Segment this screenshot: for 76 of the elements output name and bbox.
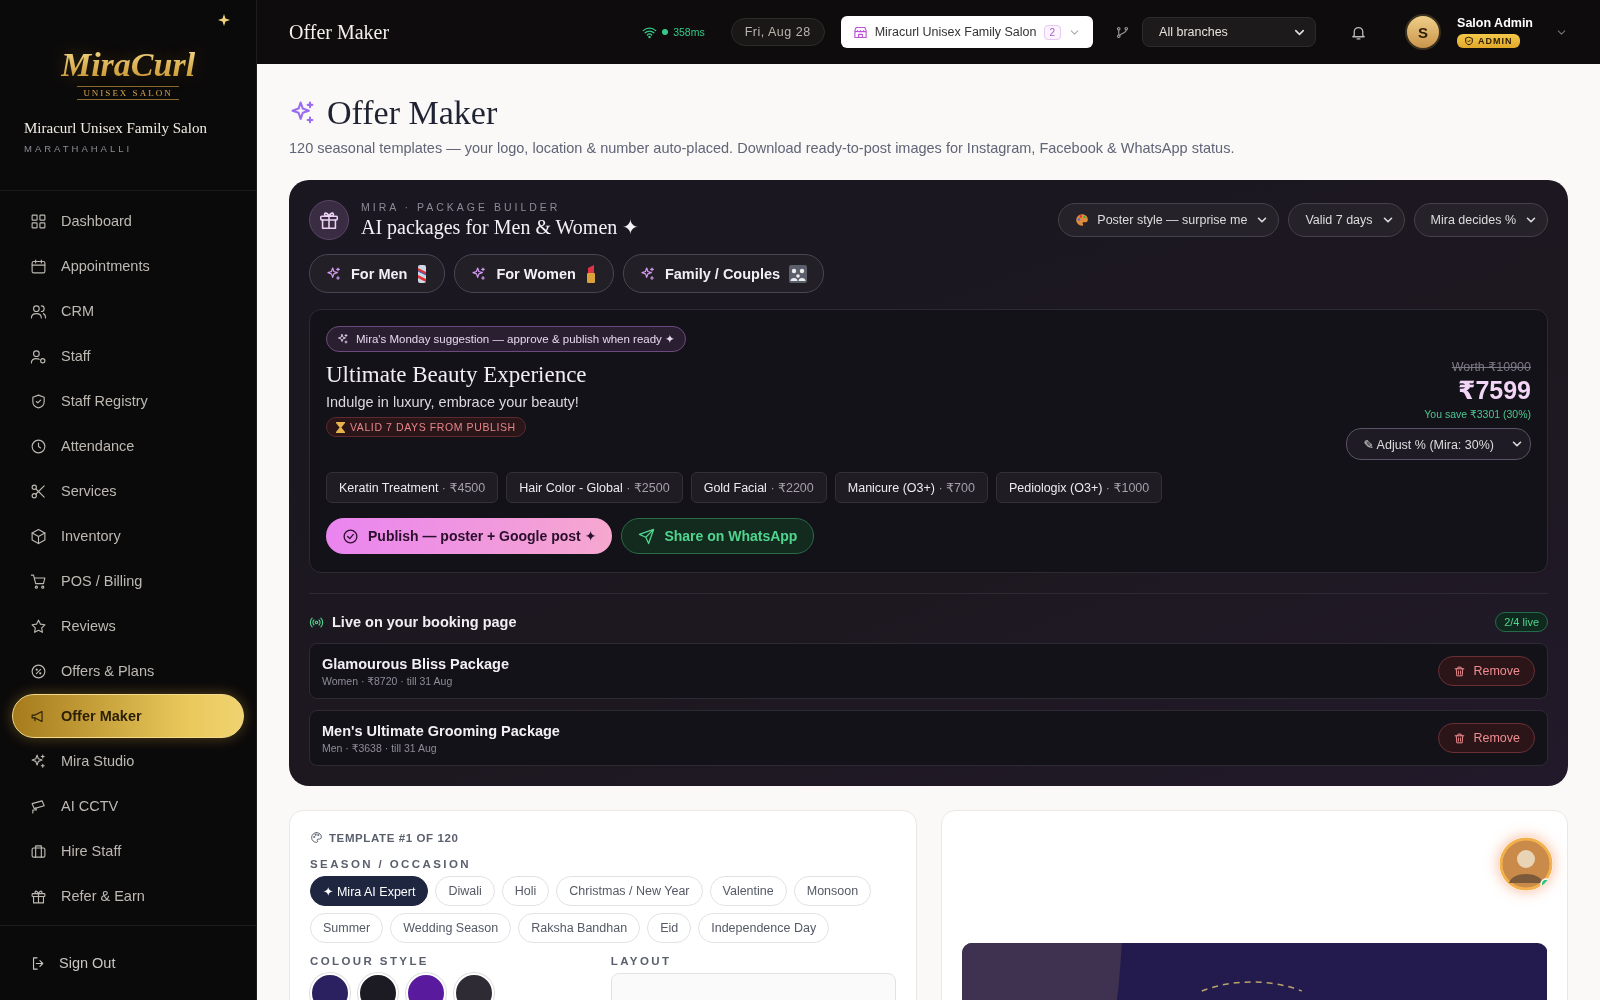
season-chip[interactable]: Wedding Season	[390, 913, 512, 943]
salon-name: Miracurl Unisex Family Salon	[24, 120, 208, 137]
savings-text: You save ₹3301 (30%)	[1424, 408, 1531, 420]
season-chip[interactable]: ✦ Mira AI Expert	[310, 876, 429, 906]
template-counter: TEMPLATE #1 OF 120	[329, 831, 459, 844]
sign-out-link[interactable]: Sign Out	[30, 954, 116, 972]
sidebar-item[interactable]: Offers & Plans	[12, 649, 244, 693]
package-tagline: Indulge in luxury, embrace your beauty!	[326, 394, 580, 410]
sidebar-item[interactable]: Inventory	[12, 514, 244, 558]
logo-tagline: UNISEX SALON	[77, 86, 179, 100]
sidebar-item[interactable]: Mira Studio	[12, 739, 244, 783]
branch-select[interactable]: All branches	[1142, 17, 1317, 47]
season-chip[interactable]: Valentine	[709, 876, 787, 906]
season-chip[interactable]: Monsoon	[793, 876, 872, 906]
sidebar-item[interactable]: CRM	[12, 289, 244, 333]
audience-tab[interactable]: For Women	[454, 254, 614, 293]
season-chip[interactable]: Independence Day	[698, 913, 830, 943]
original-price: Worth ₹10900	[1451, 359, 1531, 374]
page-heading: Offer Maker	[327, 94, 498, 132]
option-select[interactable]: Valid 7 days	[1288, 203, 1405, 237]
service-chip: Keratin Treatment · ₹4500	[326, 472, 499, 503]
section-eyebrow: MIRA · PACKAGE BUILDER	[361, 201, 562, 213]
service-chip: Hair Color - Global · ₹2500	[506, 472, 683, 503]
season-chip[interactable]: Eid	[647, 913, 692, 943]
validity-badge: VALID 7 DAYS FROM PUBLISH	[326, 417, 526, 437]
colour-style-label: COLOUR STYLE	[310, 955, 430, 967]
package-title: Ultimate Beauty Experience	[326, 362, 588, 388]
sidebar-item[interactable]: Attendance	[12, 424, 244, 468]
layout-label: LAYOUT	[610, 955, 673, 967]
whatsapp-share-button[interactable]: Share on WhatsApp	[621, 518, 815, 554]
sidebar-item[interactable]: Refer & Earn	[12, 874, 244, 918]
live-section-title: Live on your booking page	[332, 614, 517, 630]
season-chip[interactable]: Summer	[310, 913, 384, 943]
publish-button[interactable]: Publish — poster + Google post ✦	[326, 518, 613, 554]
package-name: Men's Ultimate Grooming Package	[322, 722, 560, 739]
date-pill: Fri, Aug 28	[730, 18, 825, 46]
user-avatar[interactable]: S	[1405, 14, 1442, 50]
service-chip: Pediologix (O3+) · ₹1000	[995, 472, 1163, 503]
audience-tab[interactable]: Family / Couples	[622, 254, 825, 293]
sidebar-item[interactable]: Dashboard	[12, 199, 244, 243]
season-chip[interactable]: Christmas / New Year	[556, 876, 703, 906]
season-chip[interactable]: Holi	[501, 876, 550, 906]
sidebar-item[interactable]: Offer Maker	[12, 694, 244, 738]
user-name: Salon Admin	[1457, 16, 1533, 30]
remove-button[interactable]: Remove	[1438, 723, 1535, 753]
audience-tab[interactable]: For Men	[309, 254, 446, 293]
suggestion-badge: Mira's Monday suggestion — approve & publish when ready ✦	[326, 326, 686, 352]
sidebar-item[interactable]: Reviews	[12, 604, 244, 648]
section-title: AI packages for Men & Women ✦	[361, 215, 640, 239]
salon-location: MARATHAHALLI	[24, 143, 134, 154]
sidebar-item[interactable]: Staff Registry	[12, 379, 244, 423]
season-label: SEASON / OCCASION	[310, 858, 472, 870]
page-title: Offer Maker	[289, 20, 391, 44]
option-select[interactable]: Mira decides %	[1413, 203, 1548, 237]
sidebar-item[interactable]: Services	[12, 469, 244, 513]
role-badge: ADMIN	[1457, 34, 1520, 48]
package-meta: Women · ₹8720 · till 31 Aug	[322, 674, 454, 687]
latency: 358ms	[673, 26, 705, 38]
service-chip: Manicure (O3+) · ₹700	[834, 472, 988, 503]
sidebar-item[interactable]: AI CCTV	[12, 784, 244, 828]
sidebar-item[interactable]: Appointments	[12, 244, 244, 288]
sidebar-item[interactable]: Staff	[12, 334, 244, 378]
live-count-badge: 2/4 live	[1495, 612, 1548, 632]
page-subtitle: 120 seasonal templates — your logo, location & number auto-placed. Download ready-to-post images for Instagram, Facebook & WhatsApp status.	[289, 140, 1236, 156]
season-chip[interactable]: Diwali	[435, 876, 495, 906]
salon-selector[interactable]: Miracurl Unisex Family Salon 2	[840, 16, 1094, 48]
remove-button[interactable]: Remove	[1438, 656, 1535, 686]
sidebar-item[interactable]: POS / Billing	[12, 559, 244, 603]
sidebar-item[interactable]: Hire Staff	[12, 829, 244, 873]
package-name: Glamourous Bliss Package	[322, 655, 509, 672]
package-meta: Men · ₹3638 · till 31 Aug	[322, 741, 438, 754]
package-price: ₹7599	[1458, 376, 1531, 405]
option-select[interactable]: Poster style — surprise me	[1058, 203, 1280, 237]
discount-select[interactable]: ✎ Adjust % (Mira: 30%)	[1346, 428, 1531, 460]
season-chip[interactable]: Raksha Bandhan	[518, 913, 641, 943]
service-chip: Gold Facial · ₹2200	[690, 472, 827, 503]
